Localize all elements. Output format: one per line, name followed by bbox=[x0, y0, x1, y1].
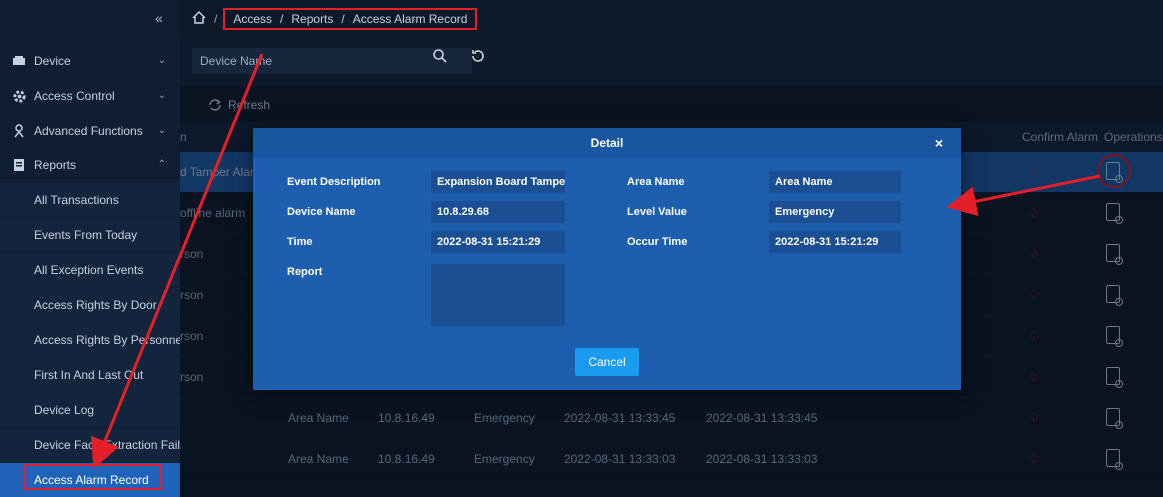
area-name-label: Area Name bbox=[627, 176, 685, 188]
menu-access-control[interactable]: Access Control ⌄ bbox=[0, 79, 180, 113]
occur-time-label: Occur Time bbox=[627, 236, 688, 248]
occur-time-value: 2022-08-31 15:21:29 bbox=[769, 231, 901, 253]
breadcrumb-separator: / bbox=[341, 12, 345, 26]
search-icon[interactable] bbox=[432, 48, 448, 68]
report-all-transactions[interactable]: All Transactions bbox=[0, 183, 180, 217]
breadcrumb-access-alarm-record: Access Alarm Record bbox=[352, 12, 468, 26]
time-label: Time bbox=[287, 236, 313, 248]
time-value: 2022-08-31 15:21:29 bbox=[431, 231, 565, 253]
area-name-value: Area Name bbox=[769, 171, 901, 193]
person-gear-icon bbox=[12, 124, 26, 138]
sidebar: « Device ⌄ Access Control ⌄ Advanced Fun… bbox=[0, 0, 180, 497]
device-name-value: 10.8.29.68 bbox=[431, 201, 565, 223]
chevron-down-icon: ⌄ bbox=[157, 125, 166, 136]
report-field bbox=[431, 264, 565, 326]
report-access-rights-by-personnel[interactable]: Access Rights By Personnel bbox=[0, 323, 180, 357]
report-first-in-last-out[interactable]: First In And Last Out bbox=[0, 358, 180, 392]
report-events-from-today[interactable]: Events From Today bbox=[0, 218, 180, 252]
topbar: / Access / Reports / Access Alarm Record bbox=[180, 0, 1163, 38]
reset-icon[interactable] bbox=[470, 48, 486, 68]
cancel-button[interactable]: Cancel bbox=[575, 348, 639, 376]
gear-icon bbox=[12, 89, 26, 103]
dialog-title: Detail bbox=[590, 136, 624, 150]
menu-device-label: Device bbox=[34, 54, 71, 68]
device-name-label: Device Name bbox=[287, 206, 356, 218]
device-icon bbox=[12, 54, 26, 68]
menu-device[interactable]: Device ⌄ bbox=[0, 44, 180, 78]
menu-access-control-label: Access Control bbox=[34, 89, 115, 103]
menu-reports[interactable]: Reports ⌃ bbox=[0, 148, 180, 182]
level-value-label: Level Value bbox=[627, 206, 687, 218]
level-value-value: Emergency bbox=[769, 201, 901, 223]
menu-reports-label: Reports bbox=[34, 158, 77, 172]
report-device-log[interactable]: Device Log bbox=[0, 393, 180, 427]
device-name-input[interactable]: Device Name bbox=[192, 48, 472, 74]
close-icon[interactable]: × bbox=[935, 135, 943, 151]
report-device-face-extraction-fail[interactable]: Device Face Extraction Fail bbox=[0, 428, 180, 462]
report-access-rights-by-door[interactable]: Access Rights By Door bbox=[0, 288, 180, 322]
menu-advanced-functions-label: Advanced Functions bbox=[34, 124, 143, 138]
breadcrumb-access[interactable]: Access bbox=[233, 12, 272, 26]
chevron-up-icon: ⌃ bbox=[157, 159, 166, 170]
report-icon bbox=[12, 158, 26, 172]
breadcrumb-separator: / bbox=[214, 12, 218, 26]
report-label: Report bbox=[287, 266, 323, 278]
event-description-label: Event Description bbox=[287, 176, 381, 188]
chevron-down-icon: ⌄ bbox=[157, 90, 166, 101]
filter-bar: Device Name bbox=[180, 38, 1163, 86]
breadcrumb-reports[interactable]: Reports bbox=[291, 12, 333, 26]
detail-dialog: Detail × Event Description Expansion Boa… bbox=[253, 128, 961, 390]
home-icon[interactable] bbox=[192, 10, 206, 27]
collapse-sidebar-icon[interactable]: « bbox=[155, 10, 163, 26]
menu-advanced-functions[interactable]: Advanced Functions ⌄ bbox=[0, 114, 180, 148]
breadcrumb: Access / Reports / Access Alarm Record bbox=[223, 8, 478, 30]
report-all-exception-events[interactable]: All Exception Events bbox=[0, 253, 180, 287]
annotation-box bbox=[24, 464, 162, 490]
dialog-header: Detail × bbox=[253, 128, 961, 158]
event-description-value: Expansion Board Tamper A bbox=[431, 171, 565, 193]
breadcrumb-separator: / bbox=[280, 12, 284, 26]
chevron-down-icon: ⌄ bbox=[157, 55, 166, 66]
